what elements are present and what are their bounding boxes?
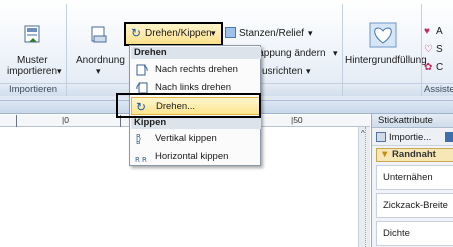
background-fill-button[interactable]: Hintergrundfüllung <box>343 22 427 80</box>
chevron-down-icon: ▾ <box>57 66 62 76</box>
stamp-relief-label: Stanzen/Relief <box>239 28 305 39</box>
import-label-line2: importieren <box>7 66 58 77</box>
ruler-label-0: |0 <box>62 115 69 125</box>
chevron-down-icon: ▾ <box>306 66 311 76</box>
flip-vertical-label: Vertikal kippen <box>155 133 217 144</box>
rotate-left-label: Nach links drehen <box>155 82 232 93</box>
flip-vertical-icon: RR <box>136 133 141 145</box>
flip-horizontal-icon: RR <box>135 156 147 164</box>
panel-import-button[interactable]: Importie... <box>389 132 431 143</box>
chevron-down-icon: ▾ <box>333 48 338 58</box>
property-zigzag-width[interactable]: Zickzack-Breite <box>376 193 453 218</box>
menu-item-rotate-right[interactable]: Nach rechts drehen <box>131 61 261 79</box>
highlight-frame-rotate-flip <box>124 22 223 46</box>
arrange-button[interactable]: Anordnung ▾ <box>72 22 126 80</box>
svg-text:R: R <box>136 137 141 145</box>
import-pattern-button[interactable]: Muster importieren ▾ <box>4 22 62 80</box>
svg-text:R: R <box>135 156 140 164</box>
svg-text:R: R <box>142 156 147 164</box>
import-small-icon <box>376 132 386 142</box>
menu-item-flip-horizontal[interactable]: RR Horizontal kippen <box>131 148 261 166</box>
property-underlay[interactable]: Unternähen <box>376 165 453 190</box>
right-item-c[interactable]: C <box>436 62 443 73</box>
chevron-down-icon: ▾ <box>96 66 101 76</box>
highlight-frame-rotate-dialog <box>116 93 261 118</box>
assistant-group-label: Assister <box>424 84 453 95</box>
right-item-a[interactable]: A <box>436 26 443 37</box>
background-fill-label: Hintergrundfüllung <box>345 55 427 66</box>
property-density[interactable]: Dichte <box>376 221 453 246</box>
heart-outline-icon: ♡ <box>424 44 433 55</box>
panel-title: Stickattribute <box>372 114 453 128</box>
menu-item-flip-vertical[interactable]: RR Vertikal kippen <box>131 130 261 148</box>
right-item-s[interactable]: S <box>436 44 443 55</box>
arrange-icon <box>91 26 107 43</box>
import-label-line1: Muster <box>17 55 48 66</box>
embroidery-attributes-panel: Stickattribute Importie... ▼ Randnaht Un… <box>371 114 453 247</box>
collapse-triangle-icon: ▼ <box>380 149 390 160</box>
rotate-right-label: Nach rechts drehen <box>155 64 238 75</box>
group-label-assistant: Assister <box>422 83 453 96</box>
change-overlap-label: lappung ändern <box>256 48 326 59</box>
ruler-tick <box>16 115 17 127</box>
heart-icon <box>369 22 397 48</box>
menu-header-flip: Kippen <box>131 117 261 129</box>
section-label: Randnaht <box>392 149 436 160</box>
import-pattern-icon <box>24 25 40 43</box>
page-boundary <box>365 127 366 247</box>
change-overlap-button[interactable]: lappung ändern ▾ <box>256 45 342 63</box>
rotate-right-icon <box>136 64 148 76</box>
stamp-relief-button[interactable]: Stanzen/Relief ▾ <box>223 24 318 44</box>
vertical-scrollbar[interactable]: ^ <box>358 127 370 247</box>
section-header-border-stitch[interactable]: ▼ Randnaht <box>376 148 453 162</box>
grid-icon[interactable] <box>445 132 453 142</box>
flower-icon: ✿ <box>424 62 433 73</box>
stamp-icon <box>225 27 236 38</box>
menu-header-rotate: Drehen <box>131 47 261 59</box>
align-label: usrichten <box>262 66 303 77</box>
arrange-label: Anordnung <box>76 55 125 66</box>
group-bar-bgfill <box>343 83 421 96</box>
group-label-import: Importieren <box>0 83 66 96</box>
flip-horizontal-label: Horizontal kippen <box>155 151 229 162</box>
heart-small-icon: ♥ <box>424 26 430 37</box>
ruler-label-50: |50 <box>291 115 303 125</box>
chevron-down-icon: ▾ <box>308 28 313 38</box>
panel-toolbar: Importie... <box>372 129 453 146</box>
align-button[interactable]: usrichten ▾ <box>262 64 322 80</box>
